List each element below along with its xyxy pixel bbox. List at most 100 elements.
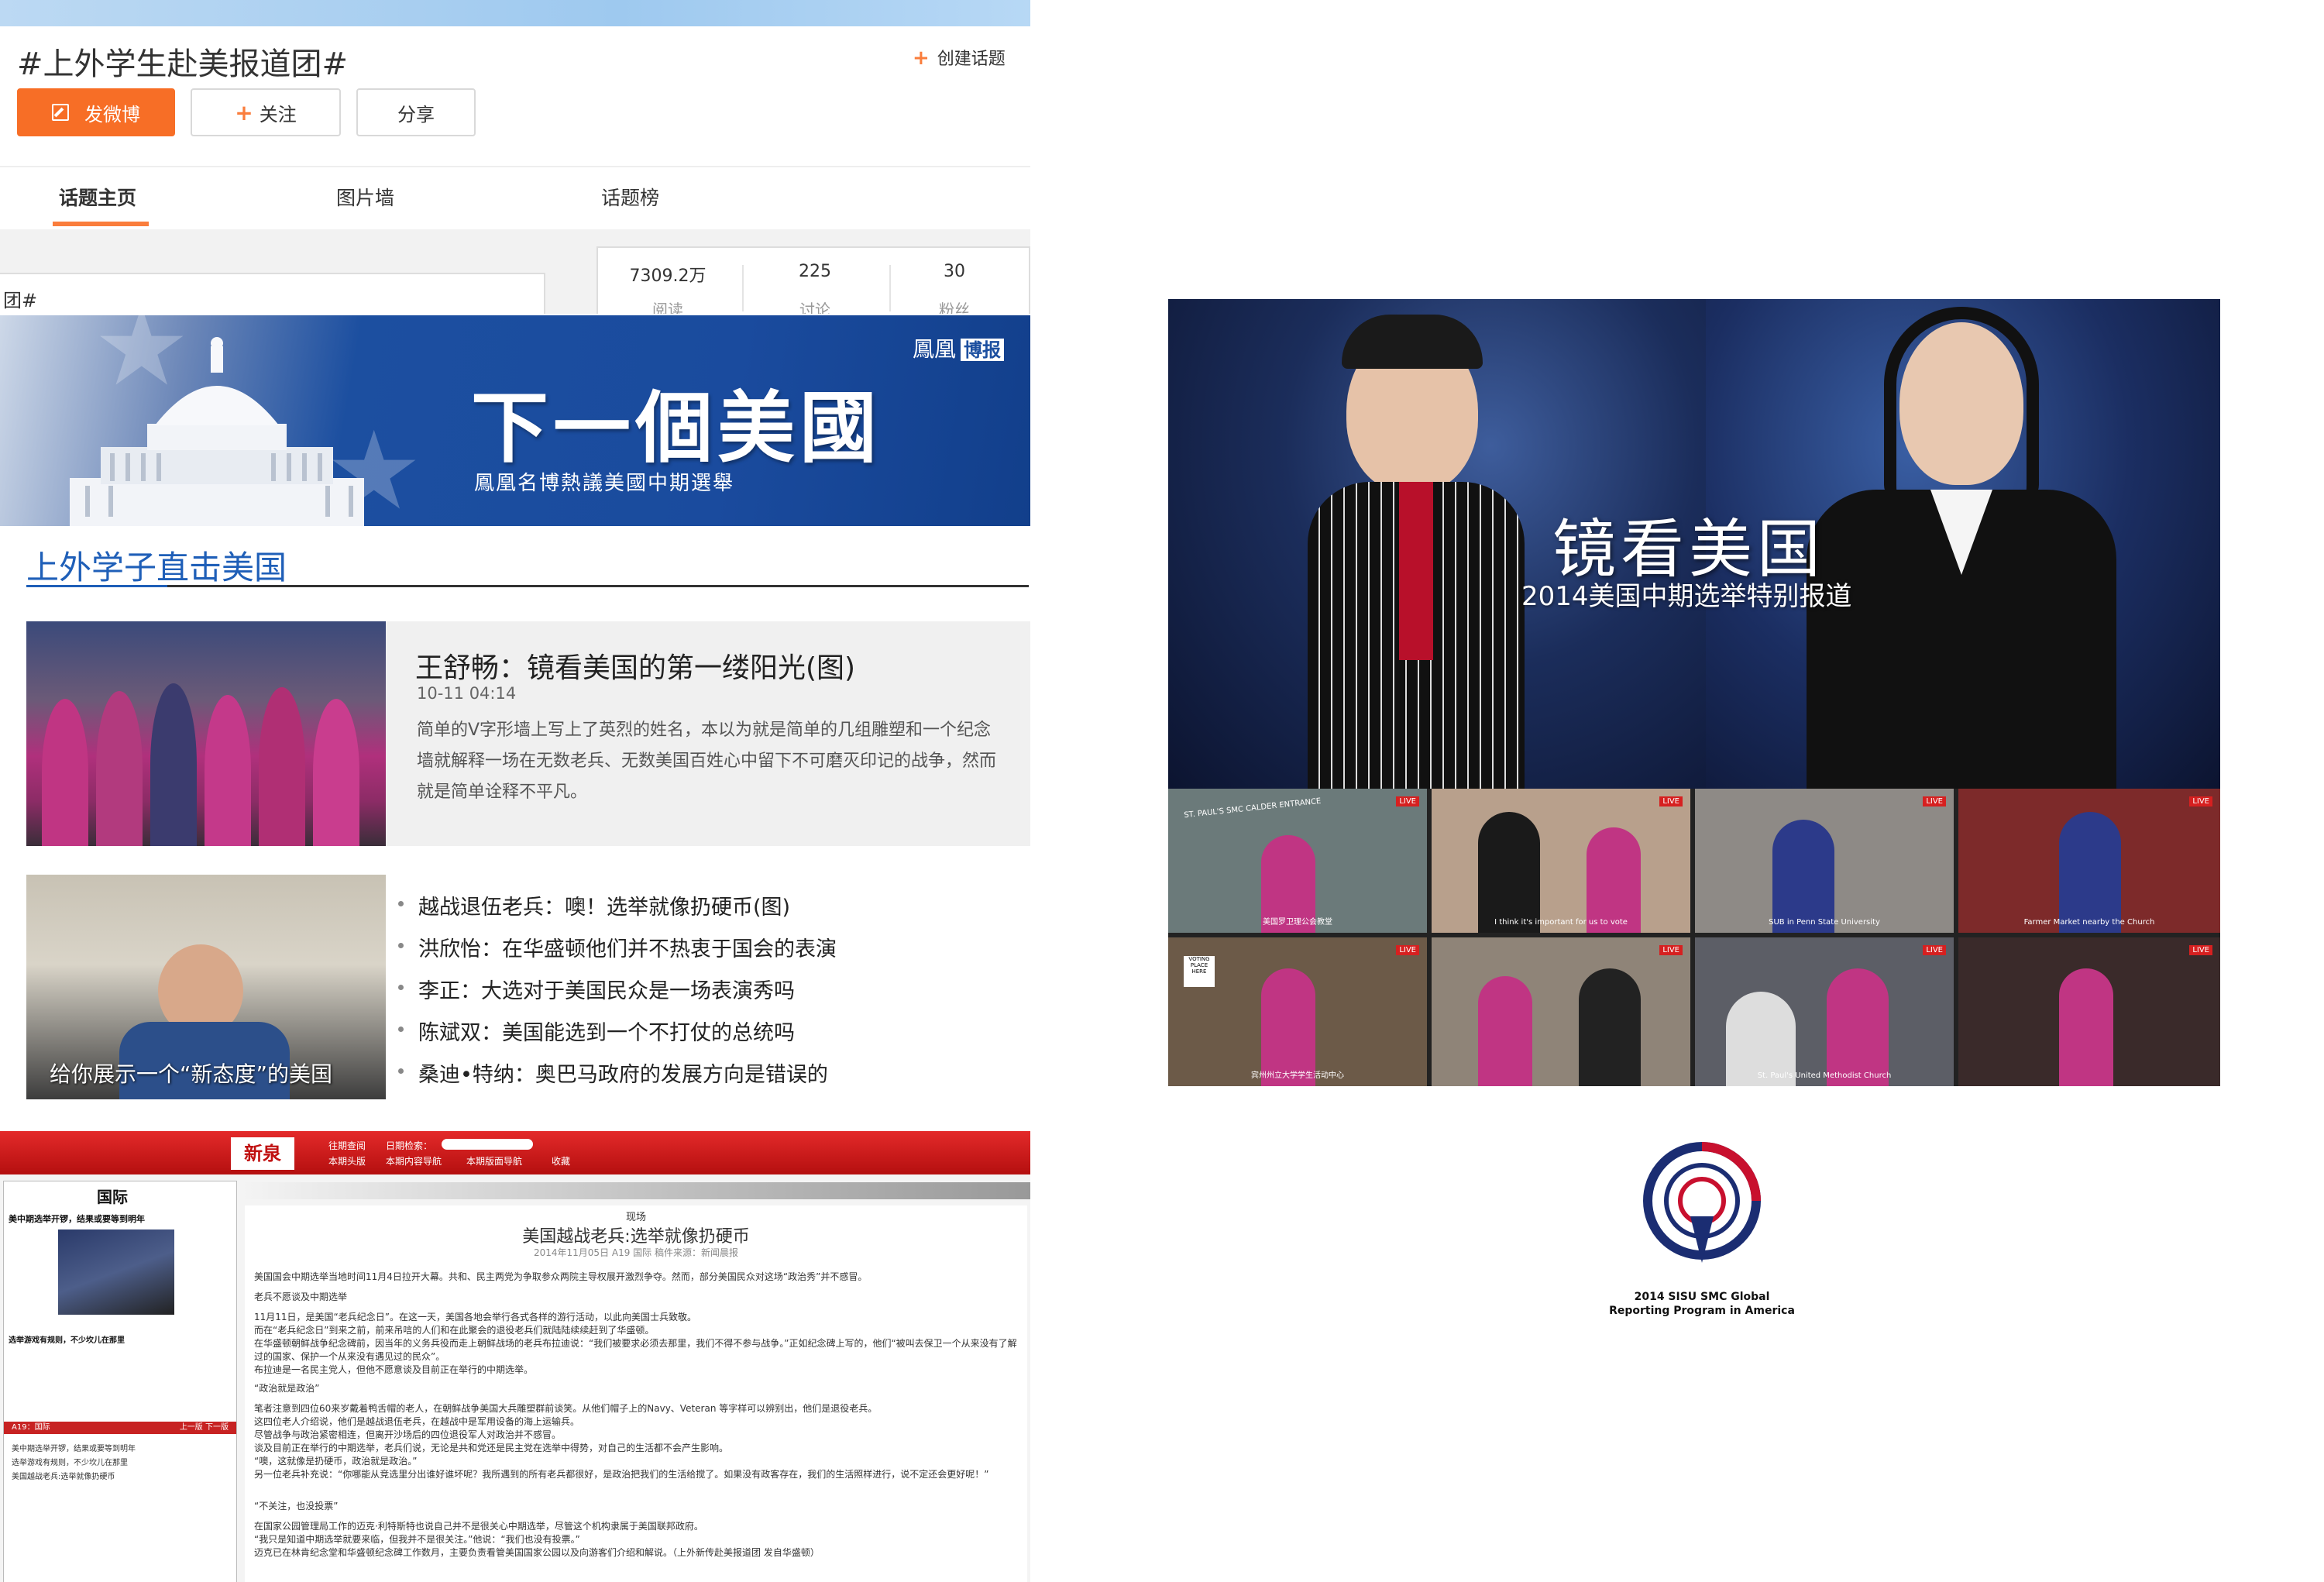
featured-title[interactable]: 王舒畅：镜看美国的第一缕阳光(图)	[415, 645, 855, 686]
article-paragraph: 在华盛顿朝鲜战争纪念碑前，因当年的义务兵役而走上朝鲜战场的老兵布拉迪说：“我们被…	[254, 1338, 1017, 1362]
live-badge: LIVE	[1923, 945, 1946, 955]
interviewee	[1478, 812, 1540, 933]
weibo-topic-panel: #上外学生赴美报道团# + 创建话题 发微博 + 关注 分享 话题主页 图片墙 话题…	[0, 0, 1030, 314]
page-section: 国际	[97, 1188, 128, 1206]
page-list-item[interactable]: 美国越战老兵:选举就像扔硬币	[12, 1470, 115, 1481]
report-caption: Farmer Market nearby the Church	[2023, 918, 2155, 927]
tab-picture-wall[interactable]: 图片墙	[336, 183, 394, 211]
report-caption: 宾州州立大学学生活动中心	[1251, 1071, 1344, 1080]
live-badge: LIVE	[2189, 945, 2212, 955]
article-paragraph: 尽管战争与政治紧密相连，但离开沙场后的四位退役军人对政治并不感冒。	[254, 1429, 562, 1440]
live-badge: LIVE	[1923, 796, 1946, 806]
phoenix-banner: ★ ★ 鳳凰 博报 下一個美國 鳳凰名博熱議美國中期選舉	[0, 315, 1030, 526]
photo-caption: 给你展示一个“新态度”的美国	[50, 1061, 333, 1087]
active-tab-indicator	[53, 222, 149, 226]
share-label: 分享	[397, 103, 435, 126]
post-weibo-label: 发微博	[84, 103, 140, 126]
page-photo	[58, 1229, 174, 1315]
live-badge: LIVE	[1396, 796, 1419, 806]
logo-text: 鳳凰	[913, 336, 957, 362]
page-list-item[interactable]: 美中期选举开锣，结果或要等到明年	[12, 1442, 136, 1453]
live-badge: LIVE	[2189, 796, 2212, 806]
header-strip	[0, 0, 1030, 26]
report-thumbnail[interactable]: LIVE	[1432, 937, 1690, 1086]
field-report-grid: ST. PAUL'S SMC CALDER ENTRANCE LIVE 美国罗卫…	[1168, 789, 2220, 1086]
topic-input[interactable]: 团#	[0, 273, 545, 314]
nav-archive[interactable]: 往期查阅	[328, 1139, 366, 1152]
page-thumbnail[interactable]: 国际 美中期选举开锣，结果或要等到明年 选举游戏有规则，不少坎儿在那里 A19：…	[3, 1181, 237, 1582]
person	[96, 691, 143, 846]
nav-front-page[interactable]: 本期头版	[328, 1154, 366, 1168]
newspaper-article: 现场 美国越战老兵:选举就像扔硬币 2014年11月05日 A19 国际 稿件来…	[245, 1205, 1027, 1582]
plus-icon: +	[913, 46, 930, 70]
prev-next-links[interactable]: 上一版 下一版	[180, 1422, 229, 1434]
date-search-input[interactable]	[442, 1139, 533, 1150]
nav-layout[interactable]: 本期版面导航	[466, 1154, 522, 1168]
newspaper-navbar	[0, 1131, 1030, 1174]
create-topic-link[interactable]: + 创建话题	[913, 45, 1006, 70]
report-thumbnail[interactable]: ST. PAUL'S SMC CALDER ENTRANCE LIVE 美国罗卫…	[1168, 789, 1427, 933]
veteran-photo[interactable]: 给你展示一个“新态度”的美国	[26, 875, 386, 1099]
related-article-link[interactable]: 桑迪•特纳：奥巴马政府的发展方向是错误的	[398, 1058, 828, 1088]
related-article-link[interactable]: 陈斌双：美国能选到一个不打仗的总统吗	[398, 1016, 795, 1046]
report-thumbnail[interactable]: LIVE SUB in Penn State University	[1695, 789, 1954, 933]
section-title: 上外学子直击美国	[26, 549, 287, 586]
report-thumbnail[interactable]: LIVE St. Paul's United Methodist Church	[1695, 937, 1954, 1086]
reporter	[1827, 968, 1889, 1086]
newspaper-logo: 新泉	[231, 1137, 294, 1170]
article-paragraph: 笔者注意到四位60来岁戴着鸭舌帽的老人，在朝鲜战争美国大兵雕塑群前谈笑。从他们帽…	[254, 1403, 878, 1414]
tab-topic-home[interactable]: 话题主页	[59, 183, 136, 211]
create-topic-label: 创建话题	[937, 50, 1006, 69]
plus-icon: +	[235, 99, 253, 126]
article-subhead: “政治就是政治”	[254, 1383, 320, 1394]
discussion-label: 讨论	[799, 301, 830, 314]
sisu-blog-section: 上外学子直击美国 王舒畅：镜看美国的第一缕阳光(图) 10-11 04:14 简…	[0, 526, 1030, 1099]
share-button[interactable]: 分享	[356, 88, 476, 136]
group-photo[interactable]	[26, 621, 386, 846]
page-nav-label: A19：国际	[12, 1423, 50, 1432]
page-headline: 美中期选举开锣，结果或要等到明年	[9, 1214, 145, 1224]
nav-content[interactable]: 本期内容导航	[386, 1154, 442, 1168]
anchor-hair	[1884, 307, 2039, 500]
article-paragraph: 迈克已在林肯纪念堂和华盛顿纪念碑工作数月，主要负责看管美国国家公园以及向游客们介…	[254, 1547, 820, 1558]
tab-topic-ranking[interactable]: 话题榜	[601, 183, 659, 211]
featured-date: 10-11 04:14	[417, 684, 517, 703]
nav-date-search: 日期检索：	[386, 1140, 433, 1151]
divider	[742, 265, 744, 311]
article-headline: 美国越战老兵:选举就像扔硬币	[522, 1227, 750, 1247]
logo-line-1: 2014 SISU SMC Global	[1634, 1291, 1770, 1303]
read-count: 7309.2万	[629, 267, 706, 286]
article-paragraph: “我只是知道中期选举就要来临，但我并不是很关注。”他说：“我们也没有投票。”	[254, 1534, 580, 1545]
related-article-link[interactable]: 李正：大选对于美国民众是一场表演秀吗	[398, 974, 795, 1004]
fans-label: 粉丝	[939, 301, 970, 314]
article-paragraph: “噢，这就像是扔硬币，政治就是政治。”	[254, 1456, 418, 1467]
page-list-item[interactable]: 选举游戏有规则，不少坎儿在那里	[12, 1456, 128, 1467]
capitol-building-icon	[70, 337, 364, 526]
article-subhead: “不关注，也没投票”	[254, 1501, 339, 1511]
report-thumbnail[interactable]: LIVE Farmer Market nearby the Church	[1958, 789, 2220, 933]
related-article-link[interactable]: 洪欣怡：在华盛顿他们并不热衷于国会的表演	[398, 932, 837, 962]
report-thumbnail[interactable]: VOTING PLACE HERE LIVE 宾州州立大学学生活动中心	[1168, 937, 1427, 1086]
reporter	[2059, 968, 2113, 1086]
report-caption: I think it's important for us to vote	[1494, 918, 1628, 927]
logo-line-2: Reporting Program in America	[1609, 1305, 1795, 1317]
person	[313, 699, 359, 846]
reporter	[1587, 827, 1641, 933]
logo-badge: 博报	[961, 339, 1005, 361]
title-underline	[26, 585, 174, 587]
report-thumbnail[interactable]: LIVE I think it's important for us to vo…	[1432, 789, 1690, 933]
banner-subheadline: 鳳凰名博熱議美國中期選舉	[474, 472, 735, 495]
nav-favorite[interactable]: 收藏	[552, 1154, 570, 1168]
banner-headline: 下一個美國	[471, 383, 882, 473]
follow-button[interactable]: + 关注	[191, 88, 341, 136]
related-article-link[interactable]: 越战退伍老兵：噢！选举就像扔硬币(图)	[397, 890, 790, 920]
topic-title: #上外学生赴美报道团#	[17, 46, 349, 82]
follow-label: 关注	[259, 103, 297, 126]
discussion-count: 225	[799, 262, 831, 281]
report-thumbnail[interactable]: LIVE	[1958, 937, 2220, 1086]
post-weibo-button[interactable]: 发微博	[17, 88, 175, 136]
newspaper-page: 新泉 往期查阅 日期检索： 本期头版 本期内容导航 本期版面导航 收藏 国际 美…	[0, 1131, 1030, 1582]
article-subhead: 老兵不愿谈及中期选举	[254, 1291, 348, 1302]
reporter	[1772, 820, 1834, 933]
phoenix-logo: 鳳凰 博报	[913, 332, 1005, 363]
